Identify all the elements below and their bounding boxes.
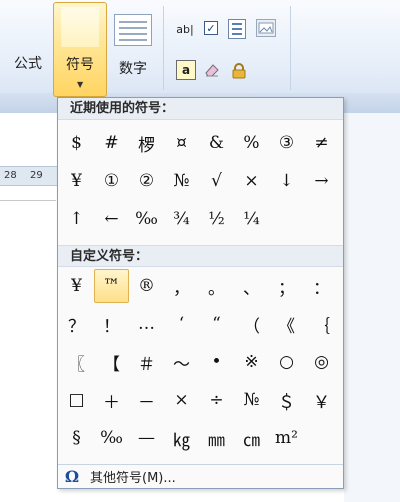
symbol-cell[interactable]: & [199, 126, 234, 160]
checkbox-check-mark: ✓ [206, 21, 216, 35]
text-field-control-icon[interactable]: ab| [174, 20, 196, 38]
symbol-cell[interactable]: 。 [199, 269, 234, 303]
symbol-cell[interactable]: √ [199, 164, 234, 198]
symbol-cell[interactable]: ® [129, 269, 164, 303]
symbol-cell[interactable]: ＄ [269, 383, 304, 417]
document-side-area [344, 113, 400, 502]
symbol-cell[interactable]: → [304, 164, 339, 198]
lock-icon[interactable] [230, 62, 248, 80]
symbol-cell[interactable]: % [234, 126, 269, 160]
symbol-cell[interactable]: ： [304, 269, 339, 303]
ruler: 28 29 [0, 166, 60, 186]
image-control-icon[interactable] [256, 19, 276, 37]
symbol-dropdown-panel: 近期使用的符号： $ # 椤 ¤ &% ③ ≠ ¥ ① ② № √ × ↓ → ↑ ← ‰ ¾ ½ ¼ 自定义符号： ¥… [57, 97, 344, 489]
symbol-cell[interactable]: • [199, 345, 234, 379]
symbol-cell[interactable]: ＃ [129, 345, 164, 379]
symbol-cell[interactable]: “ [199, 307, 234, 341]
eraser-icon[interactable] [202, 60, 222, 80]
symbol-cell[interactable]: ～ [164, 345, 199, 379]
symbol-cell[interactable]: ¼ [234, 202, 269, 236]
symbol-cell[interactable]: ¤ [164, 126, 199, 160]
symbol-button-label: 符号 [66, 57, 94, 73]
symbol-cell[interactable]: □ [59, 383, 94, 417]
symbol-cell[interactable]: № [234, 383, 269, 417]
custom-symbols-header: 自定义符号： [58, 245, 343, 267]
ruler-number: 28 [4, 170, 17, 181]
omega-icon: Ω [64, 467, 80, 486]
symbol-cell[interactable]: № [164, 164, 199, 198]
symbol-cell[interactable]: # [94, 126, 129, 160]
symbol-cell[interactable]: ○ [269, 345, 304, 379]
symbol-cell[interactable]: ¾ [164, 202, 199, 236]
symbol-cell[interactable]: ｛ [304, 307, 339, 341]
formula-button-label: 公式 [14, 56, 42, 72]
symbol-cell[interactable]: ￥ [304, 383, 339, 417]
symbol-cell[interactable]: ， [164, 269, 199, 303]
checkbox-control-icon[interactable]: ✓ [204, 21, 218, 35]
symbol-cell[interactable]: ™ [94, 269, 129, 303]
ribbon-group-separator [163, 6, 164, 90]
symbol-cell[interactable]: 、 [234, 269, 269, 303]
symbol-cell[interactable]: ÷ [199, 383, 234, 417]
symbol-cell[interactable]: ＋ [94, 383, 129, 417]
symbol-cell[interactable]: ¥ [59, 269, 94, 303]
symbol-cell[interactable]: ㎜ [199, 421, 234, 455]
symbol-cell[interactable]: ↑ [59, 202, 94, 236]
more-symbols-label: 其他符号(M)... [90, 471, 176, 486]
symbol-cell[interactable]: ‘ [164, 307, 199, 341]
listbox-control-icon[interactable] [228, 19, 246, 39]
symbol-cell[interactable]: … [129, 307, 164, 341]
chevron-down-icon: ▼ [77, 80, 84, 89]
symbol-cell[interactable]: （ [234, 307, 269, 341]
number-button-label: 数字 [119, 61, 147, 77]
symbol-cell[interactable]: ≠ [304, 126, 339, 160]
symbol-icon [61, 7, 99, 47]
symbol-cell[interactable]: 椤 [129, 126, 164, 160]
symbol-cell[interactable]: ① [94, 164, 129, 198]
symbol-cell[interactable]: × [234, 164, 269, 198]
ribbon-group-separator [290, 6, 291, 90]
text-box-control-icon[interactable]: a [176, 60, 196, 80]
ruler-number: 29 [30, 170, 43, 181]
symbol-cell[interactable]: 《 [269, 307, 304, 341]
symbol-cell[interactable]: ② [129, 164, 164, 198]
symbol-cell[interactable]: ※ [234, 345, 269, 379]
recent-symbols-header: 近期使用的符号： [58, 98, 343, 120]
symbol-cell[interactable]: ‰ [129, 202, 164, 236]
symbol-cell[interactable]: $ [59, 126, 94, 160]
symbol-cell[interactable]: ； [269, 269, 304, 303]
symbol-cell[interactable]: m² [269, 421, 304, 455]
text-field-control-label: ab| [176, 22, 194, 36]
symbol-cell[interactable]: ↓ [269, 164, 304, 198]
symbol-cell[interactable]: ◎ [304, 345, 339, 379]
symbol-cell[interactable]: — [129, 421, 164, 455]
text-box-letter: a [181, 63, 191, 77]
more-symbols-button[interactable]: Ω 其他符号(M)... [58, 464, 343, 488]
symbol-cell[interactable]: ‰ [94, 421, 129, 455]
symbol-cell[interactable]: 【 [94, 345, 129, 379]
symbol-cell[interactable]: § [59, 421, 94, 455]
symbol-cell[interactable]: ㎏ [164, 421, 199, 455]
page-divider [0, 200, 56, 201]
symbol-cell[interactable]: ← [94, 202, 129, 236]
symbol-cell[interactable]: 〖 [59, 345, 94, 379]
symbol-cell[interactable]: × [164, 383, 199, 417]
number-format-icon [114, 14, 152, 46]
symbol-cell[interactable]: ㎝ [234, 421, 269, 455]
symbol-cell[interactable]: － [129, 383, 164, 417]
symbol-cell[interactable]: ③ [269, 126, 304, 160]
formula-button[interactable]: 公式 [5, 10, 51, 86]
symbol-button[interactable]: 符号 ▼ [53, 2, 107, 97]
symbol-cell[interactable]: ？ [59, 307, 94, 341]
symbol-cell[interactable]: ½ [199, 202, 234, 236]
symbol-cell[interactable]: ！ [94, 307, 129, 341]
number-button[interactable]: 数字 [110, 8, 156, 88]
symbol-cell[interactable]: ¥ [59, 164, 94, 198]
